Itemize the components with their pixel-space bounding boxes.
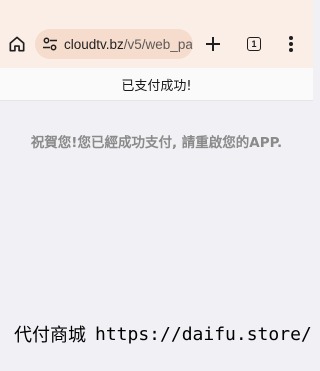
more-vert-icon	[289, 36, 293, 52]
url-path: /v5/web_pa	[123, 36, 193, 52]
home-button[interactable]	[3, 30, 31, 58]
url-host: cloudtv.bz	[64, 36, 124, 52]
tab-switcher-icon: 1	[247, 37, 261, 51]
more-menu-button[interactable]	[277, 30, 305, 58]
tab-switcher-button[interactable]: 1	[240, 30, 268, 58]
browser-toolbar: cloudtv.bz/v5/web_pa 1	[0, 0, 313, 68]
new-tab-button[interactable]	[199, 30, 227, 58]
success-message: 祝賀您!您已經成功支付, 請重啟您的APP.	[30, 135, 283, 151]
plus-icon	[206, 37, 220, 51]
home-icon	[9, 36, 25, 52]
url-text: cloudtv.bz/v5/web_pa	[64, 37, 193, 52]
tune-icon[interactable]	[41, 35, 59, 53]
footer-brand: 代付商城	[14, 325, 86, 346]
footer-banner: 代付商城 https://daifu.store/	[14, 321, 312, 347]
footer-url[interactable]: https://daifu.store/	[95, 324, 312, 345]
page-title: 已支付成功!	[121, 78, 192, 94]
page-header: 已支付成功!	[0, 68, 313, 101]
address-bar[interactable]: cloudtv.bz/v5/web_pa	[35, 29, 193, 59]
